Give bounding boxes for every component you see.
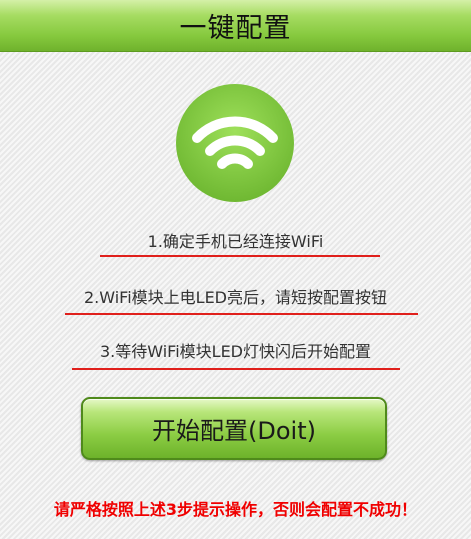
step-2-text: 2.WiFi模块上电LED亮后，请短按配置按钮 xyxy=(83,288,387,307)
title-bar: 一键配置 xyxy=(0,0,471,52)
start-config-button[interactable]: 开始配置(Doit) xyxy=(81,397,387,460)
start-config-button-label: 开始配置(Doit) xyxy=(152,417,316,445)
step-1-underline xyxy=(100,255,380,257)
page-title: 一键配置 xyxy=(179,13,292,44)
wifi-icon xyxy=(176,84,294,202)
step-3-text: 3.等待WiFi模块LED灯快闪后开始配置 xyxy=(99,342,371,361)
step-2-underline xyxy=(65,313,418,315)
step-1-text: 1.确定手机已经连接WiFi xyxy=(147,232,324,251)
warning-text: 请严格按照上述3步提示操作，否则会配置不成功！ xyxy=(53,500,418,519)
wifi-status-icon xyxy=(175,83,295,203)
step-3-underline xyxy=(72,368,400,370)
